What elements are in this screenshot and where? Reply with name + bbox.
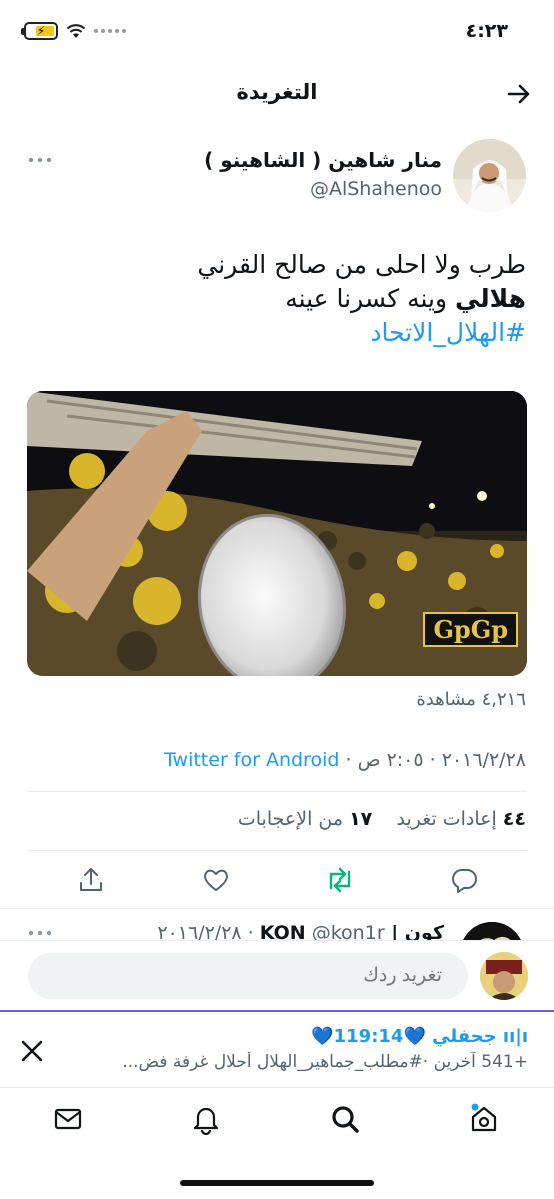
close-icon[interactable] (18, 1037, 46, 1065)
signal-icon (94, 29, 126, 33)
battery-icon: ⚡ (21, 22, 58, 40)
author-avatar[interactable] (453, 139, 526, 212)
search-icon[interactable] (329, 1103, 361, 1135)
heart-icon[interactable] (202, 866, 230, 894)
share-icon[interactable] (77, 866, 105, 894)
divider (27, 850, 527, 851)
spaces-duration: 119:14 (333, 1026, 404, 1047)
tweet-time: ٢:٠٥ ص (357, 749, 424, 771)
spaces-bar[interactable] (0, 1010, 554, 1088)
tweet-text-rest: وينه كسرنا عينه (285, 284, 455, 313)
tweet-stats: ٤٤ إعادات تغريد ١٧ من الإعجابات (238, 808, 526, 830)
arrow-right-icon[interactable] (506, 81, 532, 107)
tweet-meta: ٢٠١٦/٢/٢٨ · ٢:٠٥ ص · Twitter for Android (164, 749, 526, 771)
mail-icon[interactable] (52, 1103, 84, 1135)
author-handle[interactable]: @AlShahenoo (310, 178, 442, 200)
retweet-icon[interactable] (325, 866, 355, 894)
status-time: ٤:٢٣ (465, 20, 508, 42)
more-icon[interactable] (28, 156, 52, 164)
comment-icon[interactable] (450, 866, 478, 894)
divider (0, 908, 554, 909)
tweet-date: ٢٠١٦/٢/٢٨ (441, 749, 526, 771)
view-count: ٤,٢١٦ مشاهدة (416, 689, 526, 710)
tweet-source[interactable]: Twitter for Android (164, 749, 339, 771)
more-icon[interactable] (28, 929, 52, 937)
video-watermark: GpGp (423, 612, 518, 647)
blue-heart-icon: 💙 (403, 1026, 426, 1047)
tweet-text: طرب ولا احلى من صالح القرني هلالي وينه ك… (26, 248, 526, 350)
home-indicator[interactable] (180, 1180, 374, 1186)
blue-heart-icon: 💙 (311, 1026, 334, 1047)
retweet-stat[interactable]: ٤٤ إعادات تغريد (396, 808, 526, 830)
audio-wave-icon: ıı|ı (502, 1026, 528, 1047)
spaces-host: جحفلي (432, 1026, 497, 1047)
status-bar-left: ⚡ (21, 22, 126, 40)
wifi-icon (66, 24, 86, 38)
tweet-text-bold: هلالي (455, 284, 526, 313)
home-icon[interactable] (468, 1103, 500, 1135)
user-avatar[interactable] (480, 952, 528, 1000)
reply-input[interactable] (28, 953, 468, 999)
tweet-text-line2: هلالي وينه كسرنا عينه (26, 282, 526, 316)
divider (27, 791, 527, 792)
bell-icon[interactable] (190, 1103, 222, 1135)
spaces-subtitle: +541 آخرين ·#مطلب_جماهير_الهلال أحلال غر… (122, 1052, 528, 1072)
page-title: التغريدة (236, 80, 318, 104)
hashtag-link[interactable]: #الهلال_الاتحاد (26, 316, 526, 350)
author-name[interactable]: منار شاهين ( الشاهينو ) (204, 148, 442, 172)
like-stat[interactable]: ١٧ من الإعجابات (238, 808, 372, 830)
tweet-text-line1: طرب ولا احلى من صالح القرني (197, 250, 526, 279)
spaces-title[interactable]: ıı|ı جحفلي 💙119:14💙 (311, 1026, 528, 1047)
